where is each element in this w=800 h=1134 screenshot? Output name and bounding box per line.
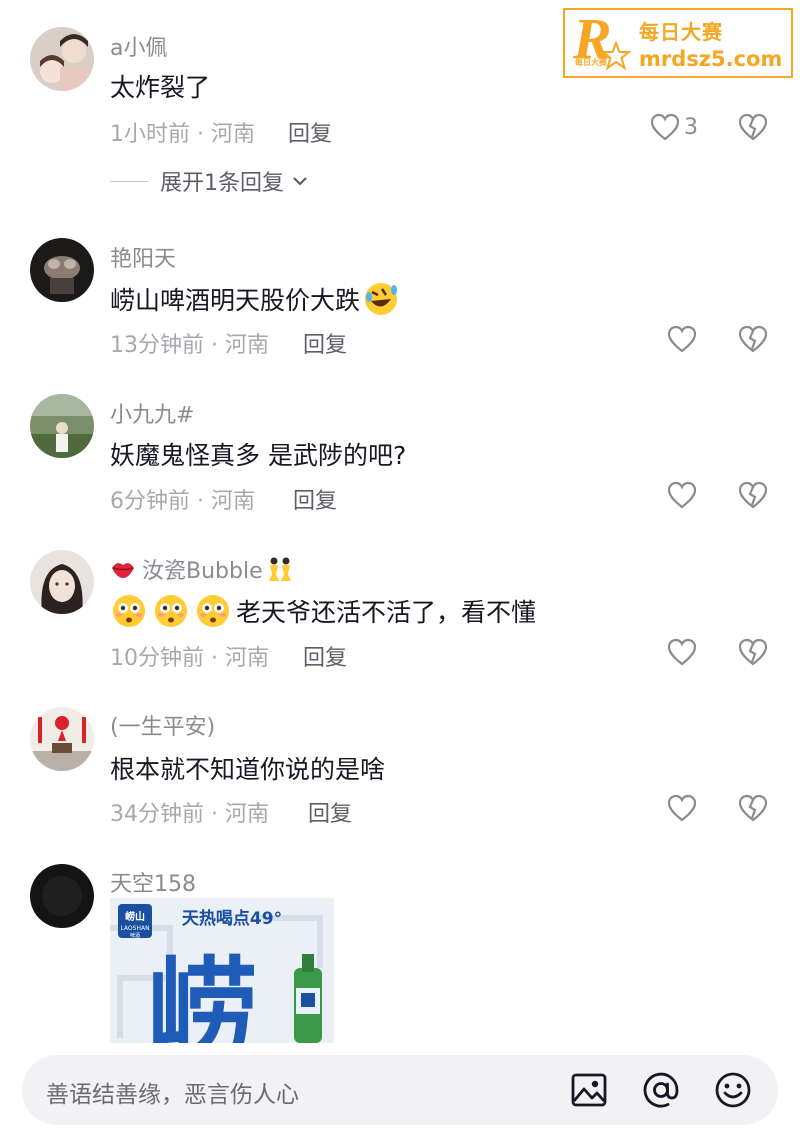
comment-meta: 1小时前 · 河南 [110,122,255,147]
expand-divider [110,180,148,182]
ad-big-char: 崂 [147,946,257,1043]
like-button[interactable] [667,638,697,666]
mention-button[interactable] [642,1071,680,1113]
username[interactable]: 小九九# [110,397,194,429]
star-icon [601,41,631,71]
reply-button[interactable]: 回复 [303,327,347,359]
comment-meta: 10分钟前 · 河南 [110,646,269,671]
flushed-emoji-icon [155,595,187,627]
reply-button[interactable]: 回复 [293,483,337,515]
logo-mark: R 每日大赛 [571,6,635,75]
ad-slogan: 天热喝点49° [182,908,282,929]
brand-sub-text: 啤酒 [130,932,140,939]
image-icon [571,1073,607,1107]
flushed-emoji-icon [113,595,145,627]
dislike-button[interactable] [738,325,768,357]
comment-text: 太炸裂了 [110,73,211,102]
rofl-emoji-icon [365,283,398,315]
image-button[interactable] [570,1071,608,1113]
comment-text: 崂山啤酒明天股价大跌 [110,280,404,318]
comment-input[interactable]: 善语结善缘，恶言伤人心 [46,1075,299,1109]
username[interactable]: (一生平安) [110,709,215,741]
like-button[interactable]: 3 [650,113,698,141]
lips-icon [112,563,134,578]
heart-icon [650,113,680,141]
avatar[interactable] [30,707,94,771]
dislike-button[interactable] [738,638,768,670]
comment-input-bar[interactable]: 善语结善缘，恶言伤人心 [22,1055,778,1125]
heart-icon [667,481,697,509]
dislike-button[interactable] [738,794,768,826]
broken-heart-icon [738,113,768,141]
like-button[interactable] [667,325,697,353]
broken-heart-icon [738,638,768,666]
comment-meta: 6分钟前 · 河南 [110,489,255,514]
watermark-cn: 每日大赛 [639,19,723,44]
avatar[interactable] [30,238,94,302]
emoji-icon [715,1072,751,1108]
dislike-button[interactable] [738,113,768,145]
watermark-logo: R 每日大赛 每日大赛 mrdsz5.com [563,6,793,78]
like-count: 3 [684,114,698,140]
flushed-emoji-icon [197,595,229,627]
broken-heart-icon [738,794,768,822]
at-icon [643,1072,679,1108]
avatar[interactable] [30,864,94,928]
comment-text: 老天爷还活不活了，看不懂 [110,592,536,630]
dancers-icon [268,557,291,581]
like-button[interactable] [667,481,697,509]
username[interactable]: 汝瓷Bubble [110,553,295,585]
heart-icon [667,794,697,822]
comment-image[interactable]: 崂山 LAOSHAN 啤酒 天热喝点49° 崂 [110,898,334,1043]
comment-text: 妖魔鬼怪真多 是武陟的吧? [110,441,407,470]
like-button[interactable] [667,794,697,822]
avatar[interactable] [30,550,94,614]
expand-replies-button[interactable]: 展开1条回复 [110,165,310,197]
broken-heart-icon [738,481,768,509]
avatar[interactable] [30,394,94,458]
expand-replies-label: 展开1条回复 [160,171,284,196]
avatar[interactable] [30,27,94,91]
username[interactable]: 天空158 [110,866,196,898]
comment-meta: 34分钟前 · 河南 [110,802,269,827]
heart-icon [667,638,697,666]
emoji-button[interactable] [714,1071,752,1113]
reply-button[interactable]: 回复 [288,116,332,148]
brand-logo-text: 崂山 [125,910,145,923]
broken-heart-icon [738,325,768,353]
username[interactable]: 艳阳天 [110,241,176,273]
heart-icon [667,325,697,353]
reply-button[interactable]: 回复 [303,640,347,672]
brand-en-text: LAOSHAN [120,925,149,932]
comment-text: 根本就不知道你说的是啥 [110,755,386,784]
chevron-down-icon [293,177,307,186]
username[interactable]: a小佩 [110,30,167,62]
dislike-button[interactable] [738,481,768,513]
watermark-url: mrdsz5.com [639,46,783,71]
comment-meta: 13分钟前 · 河南 [110,333,269,358]
reply-button[interactable]: 回复 [308,796,352,828]
